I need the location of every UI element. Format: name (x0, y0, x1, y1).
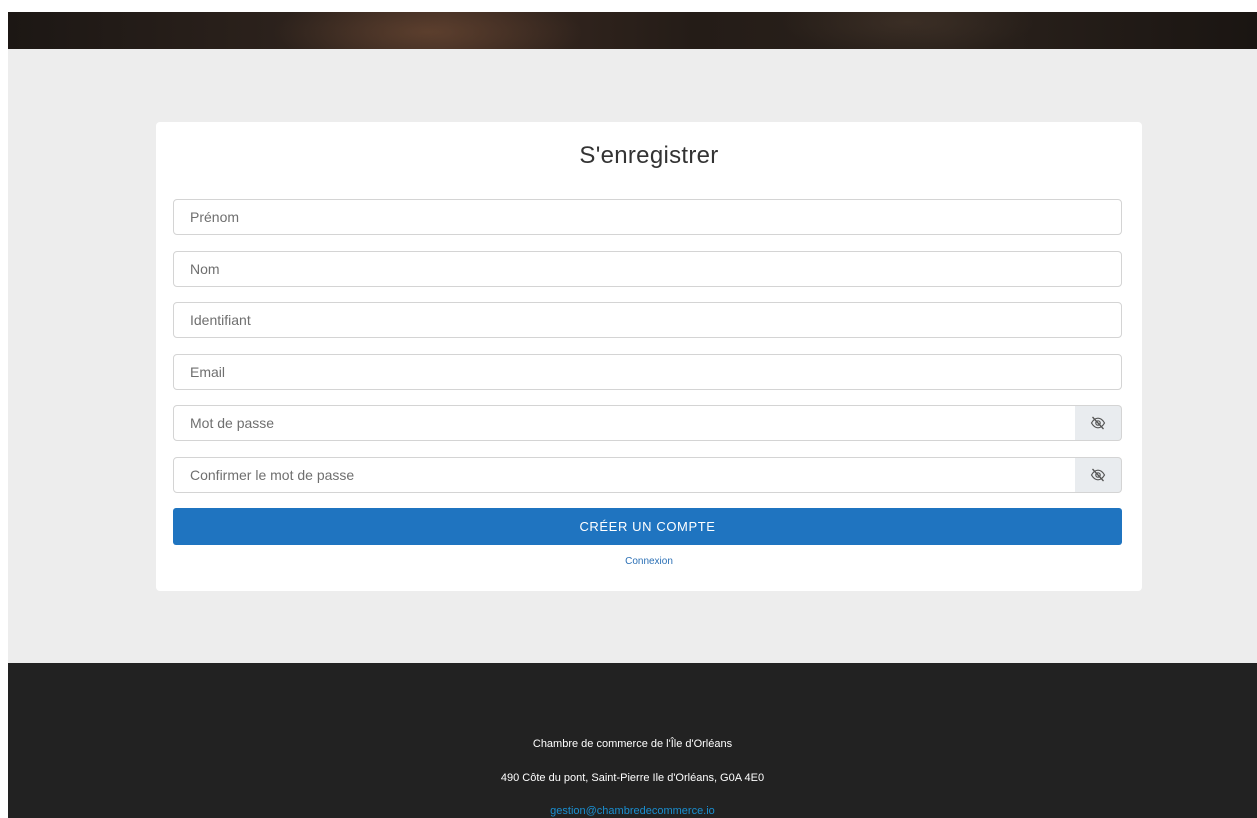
page: S'enregistrer CRÉER UN COMPTE Connexion … (8, 12, 1257, 818)
first-name-input[interactable] (173, 199, 1122, 235)
footer: Chambre de commerce de l'Île d'Orléans 4… (8, 663, 1257, 818)
eye-slash-icon (1090, 416, 1106, 430)
hero-banner (8, 12, 1257, 49)
last-name-input[interactable] (173, 251, 1122, 287)
email-input[interactable] (173, 354, 1122, 390)
footer-organization: Chambre de commerce de l'Île d'Orléans (532, 738, 733, 750)
footer-email-link[interactable]: gestion@chambredecommerce.io (550, 805, 715, 817)
login-link[interactable]: Connexion (156, 556, 1142, 567)
eye-slash-icon (1090, 468, 1106, 482)
create-account-button[interactable]: CRÉER UN COMPTE (173, 508, 1122, 545)
page-title: S'enregistrer (579, 142, 719, 169)
register-card: S'enregistrer CRÉER UN COMPTE Connexion (156, 122, 1142, 591)
footer-address: 490 Côte du pont, Saint-Pierre Ile d'Orl… (500, 772, 765, 784)
password-visibility-toggle[interactable] (1075, 405, 1122, 441)
confirm-password-input[interactable] (173, 457, 1076, 493)
confirm-password-visibility-toggle[interactable] (1075, 457, 1122, 493)
password-input[interactable] (173, 405, 1076, 441)
username-input[interactable] (173, 302, 1122, 338)
